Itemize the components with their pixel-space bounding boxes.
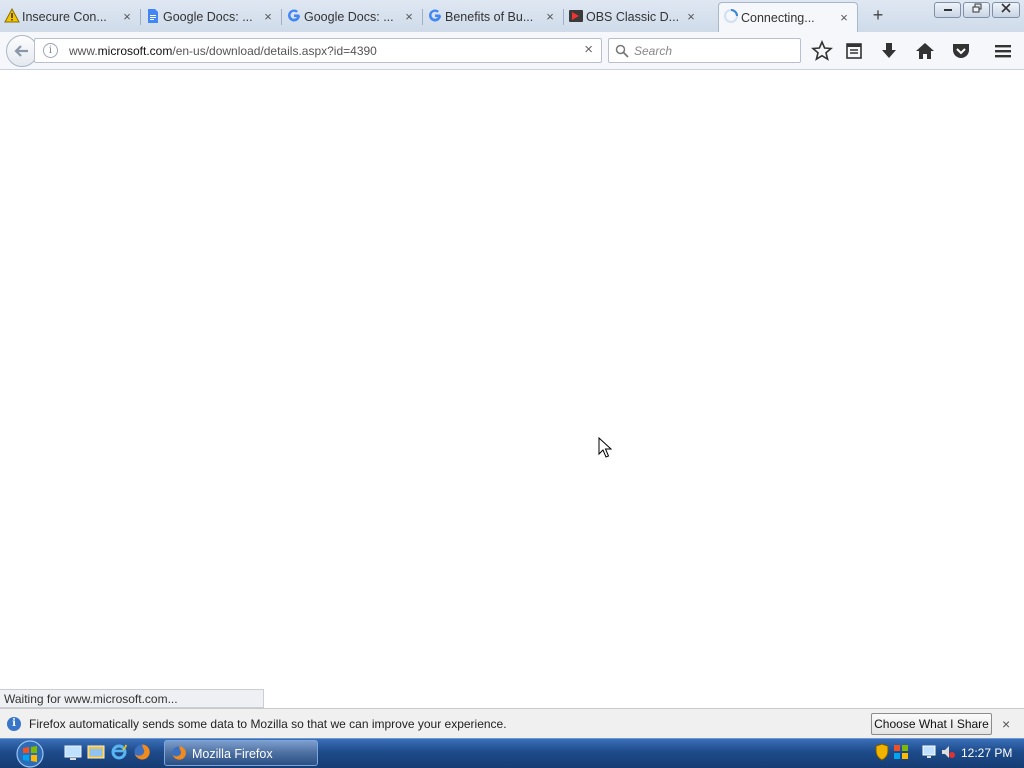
tab-strip: Insecure Con... × Google Docs: ... × Goo… xyxy=(0,0,1024,32)
obs-icon xyxy=(569,10,583,22)
minimize-icon xyxy=(943,9,952,11)
taskbar-firefox-button[interactable]: Mozilla Firefox xyxy=(164,740,318,766)
info-icon: i xyxy=(7,717,21,731)
notification-text: Firefox automatically sends some data to… xyxy=(29,717,507,731)
close-tab-icon[interactable]: × xyxy=(120,9,134,24)
close-tab-icon[interactable]: × xyxy=(543,9,557,24)
url-domain-prefix: www. xyxy=(69,44,98,58)
search-icon xyxy=(615,44,629,58)
firefox-icon xyxy=(172,746,186,760)
close-icon xyxy=(1001,3,1011,13)
loading-spinner-icon xyxy=(724,9,738,23)
navigation-toolbar: i www.microsoft.com/en-us/download/detai… xyxy=(0,32,1024,70)
tab-label: Google Docs: ... xyxy=(304,9,394,24)
tab-label: Benefits of Bu... xyxy=(445,9,534,24)
security-shield-icon[interactable] xyxy=(875,743,889,761)
network-icon[interactable] xyxy=(921,744,937,760)
google-docs-icon xyxy=(148,9,158,23)
show-desktop-icon[interactable] xyxy=(64,743,82,761)
pocket-icon[interactable] xyxy=(950,40,972,62)
tab-benefits[interactable]: Benefits of Bu... × xyxy=(423,3,564,30)
hamburger-menu-icon[interactable] xyxy=(992,40,1014,62)
url-path: /en-us/download/details.aspx?id=4390 xyxy=(172,44,377,58)
tab-google-docs-2[interactable]: Google Docs: ... × xyxy=(282,3,423,30)
tab-obs-classic[interactable]: OBS Classic D... × xyxy=(564,3,704,30)
choose-what-i-share-button[interactable]: Choose What I Share xyxy=(871,713,992,735)
close-tab-icon[interactable]: × xyxy=(261,9,275,24)
restore-button[interactable] xyxy=(963,2,990,18)
internet-explorer-icon[interactable] xyxy=(110,743,128,761)
tab-insecure-connection[interactable]: Insecure Con... × xyxy=(0,3,141,30)
warning-icon xyxy=(4,8,20,23)
url-bar[interactable]: i www.microsoft.com/en-us/download/detai… xyxy=(34,38,602,63)
bookmark-star-icon[interactable] xyxy=(811,40,833,62)
tab-google-docs-1[interactable]: Google Docs: ... × xyxy=(141,3,282,30)
tab-connecting[interactable]: Connecting... × xyxy=(718,2,858,32)
system-clock: 12:27 PM xyxy=(961,746,1013,760)
google-icon xyxy=(429,9,441,22)
site-info-icon[interactable]: i xyxy=(43,43,58,58)
search-input[interactable]: Search xyxy=(608,38,801,63)
windows-flag-icon[interactable] xyxy=(893,744,909,760)
volume-icon[interactable] xyxy=(940,744,956,760)
home-icon[interactable] xyxy=(914,40,936,62)
restore-icon xyxy=(972,3,981,13)
new-tab-button[interactable]: + xyxy=(868,5,888,25)
close-tab-icon[interactable]: × xyxy=(684,9,698,24)
stop-loading-icon[interactable]: × xyxy=(584,41,593,58)
download-icon[interactable] xyxy=(878,40,900,62)
explorer-icon[interactable] xyxy=(87,743,105,761)
url-domain: microsoft.com xyxy=(97,44,173,58)
page-content[interactable] xyxy=(0,71,1024,708)
tab-label: Insecure Con... xyxy=(22,9,107,24)
close-tab-icon[interactable]: × xyxy=(837,10,851,25)
search-placeholder: Search xyxy=(634,44,673,58)
status-text: Waiting for www.microsoft.com... xyxy=(0,689,264,708)
url-text[interactable]: www.microsoft.com/en-us/download/details… xyxy=(69,44,377,58)
back-arrow-icon xyxy=(14,45,28,57)
close-notification-icon[interactable]: × xyxy=(1002,716,1010,732)
tab-label: Google Docs: ... xyxy=(163,9,253,24)
reading-list-icon[interactable] xyxy=(843,40,865,62)
tab-label: OBS Classic D... xyxy=(586,9,680,24)
firefox-icon[interactable] xyxy=(133,743,151,761)
minimize-button[interactable] xyxy=(934,2,961,18)
mouse-cursor-icon xyxy=(598,437,613,458)
google-icon xyxy=(288,9,300,22)
start-button[interactable] xyxy=(10,739,50,768)
close-tab-icon[interactable]: × xyxy=(402,9,416,24)
notification-bar: i Firefox automatically sends some data … xyxy=(0,708,1024,738)
taskbar-button-label: Mozilla Firefox xyxy=(192,747,273,761)
tab-label: Connecting... xyxy=(741,10,815,25)
close-window-button[interactable] xyxy=(992,2,1020,18)
